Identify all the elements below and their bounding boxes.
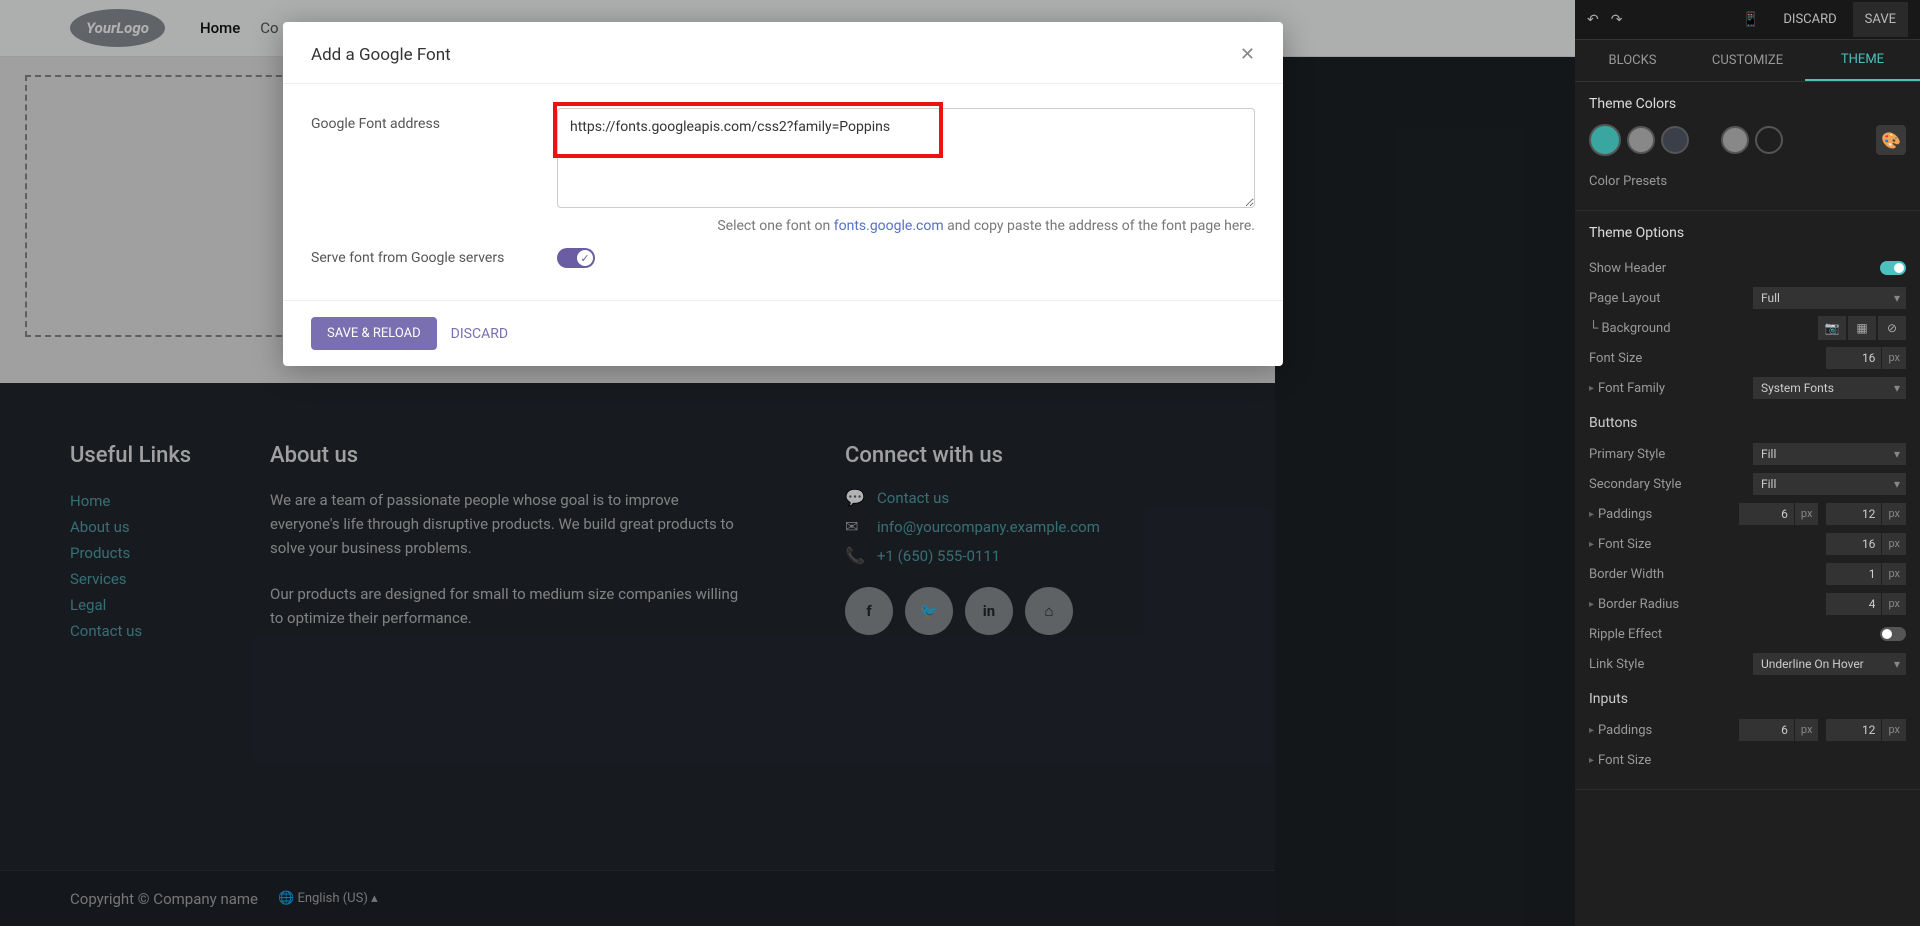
section-title: Theme Options: [1589, 225, 1906, 241]
section-title: Theme Colors: [1589, 96, 1906, 112]
color-presets-label: Color Presets: [1589, 174, 1906, 189]
color-swatch[interactable]: [1627, 126, 1655, 154]
secondary-style-select[interactable]: Fill: [1753, 473, 1906, 495]
border-radius-input[interactable]: [1826, 593, 1881, 615]
primary-style-select[interactable]: Fill: [1753, 443, 1906, 465]
padding-y-input[interactable]: [1739, 503, 1794, 525]
discard-button[interactable]: DISCARD: [1771, 2, 1848, 37]
font-size-input[interactable]: [1826, 347, 1881, 369]
font-size-label: Font Size: [1589, 351, 1826, 366]
serve-font-toggle[interactable]: [557, 248, 595, 268]
btn-font-size-label: Font Size: [1598, 537, 1826, 552]
editor-sidebar: ↶ ↷ 📱 DISCARD SAVE BLOCKS CUSTOMIZE THEM…: [1575, 0, 1920, 926]
background-label: Background: [1601, 321, 1670, 336]
tab-blocks[interactable]: BLOCKS: [1575, 40, 1690, 81]
modal-discard-button[interactable]: DISCARD: [451, 326, 508, 342]
input-pad-x[interactable]: [1826, 719, 1881, 741]
link-style-select[interactable]: Underline On Hover: [1753, 653, 1906, 675]
input-paddings-label: Paddings: [1598, 723, 1739, 738]
inputs-section: Inputs: [1589, 691, 1906, 707]
btn-font-size-input[interactable]: [1826, 533, 1881, 555]
ripple-label: Ripple Effect: [1589, 627, 1880, 642]
input-pad-y[interactable]: [1739, 719, 1794, 741]
secondary-style-label: Secondary Style: [1589, 477, 1753, 492]
add-google-font-modal: Add a Google Font ✕ Google Font address …: [283, 22, 1283, 366]
modal-title: Add a Google Font: [311, 45, 451, 65]
font-family-select[interactable]: System Fonts: [1753, 377, 1906, 399]
palette-icon[interactable]: 🎨: [1876, 125, 1906, 155]
primary-style-label: Primary Style: [1589, 447, 1753, 462]
font-address-label: Google Font address: [311, 108, 557, 234]
color-swatch[interactable]: [1589, 124, 1621, 156]
tab-theme[interactable]: THEME: [1805, 40, 1920, 81]
buttons-section: Buttons: [1589, 415, 1906, 431]
page-layout-label: Page Layout: [1589, 291, 1753, 306]
link-style-label: Link Style: [1589, 657, 1753, 672]
save-button[interactable]: SAVE: [1853, 2, 1908, 37]
border-radius-label: Border Radius: [1598, 597, 1826, 612]
color-swatch[interactable]: [1755, 126, 1783, 154]
save-reload-button[interactable]: SAVE & RELOAD: [311, 317, 437, 350]
tab-customize[interactable]: CUSTOMIZE: [1690, 40, 1805, 81]
padding-x-input[interactable]: [1826, 503, 1881, 525]
mobile-preview-icon[interactable]: 📱: [1742, 12, 1759, 28]
redo-icon[interactable]: ↷: [1611, 12, 1623, 28]
ripple-toggle[interactable]: [1880, 627, 1906, 641]
close-icon[interactable]: ✕: [1240, 44, 1255, 65]
bg-none-icon[interactable]: ⊘: [1878, 316, 1906, 340]
show-header-toggle[interactable]: [1880, 261, 1906, 275]
help-text: Select one font on fonts.google.com and …: [557, 218, 1255, 234]
color-swatch[interactable]: [1721, 126, 1749, 154]
bg-grid-icon[interactable]: ▦: [1848, 316, 1876, 340]
border-width-input[interactable]: [1826, 563, 1881, 585]
bg-image-icon[interactable]: 📷: [1818, 316, 1846, 340]
border-width-label: Border Width: [1589, 567, 1826, 582]
input-font-size-label: Font Size: [1598, 753, 1906, 768]
paddings-label: Paddings: [1598, 507, 1739, 522]
undo-icon[interactable]: ↶: [1587, 12, 1599, 28]
color-swatch[interactable]: [1661, 126, 1689, 154]
fonts-google-link[interactable]: fonts.google.com: [834, 218, 944, 234]
font-address-input[interactable]: https://fonts.googleapis.com/css2?family…: [557, 108, 1255, 208]
page-layout-select[interactable]: Full: [1753, 287, 1906, 309]
serve-font-label: Serve font from Google servers: [311, 250, 557, 266]
font-family-label: Font Family: [1598, 381, 1753, 396]
show-header-label: Show Header: [1589, 261, 1880, 276]
